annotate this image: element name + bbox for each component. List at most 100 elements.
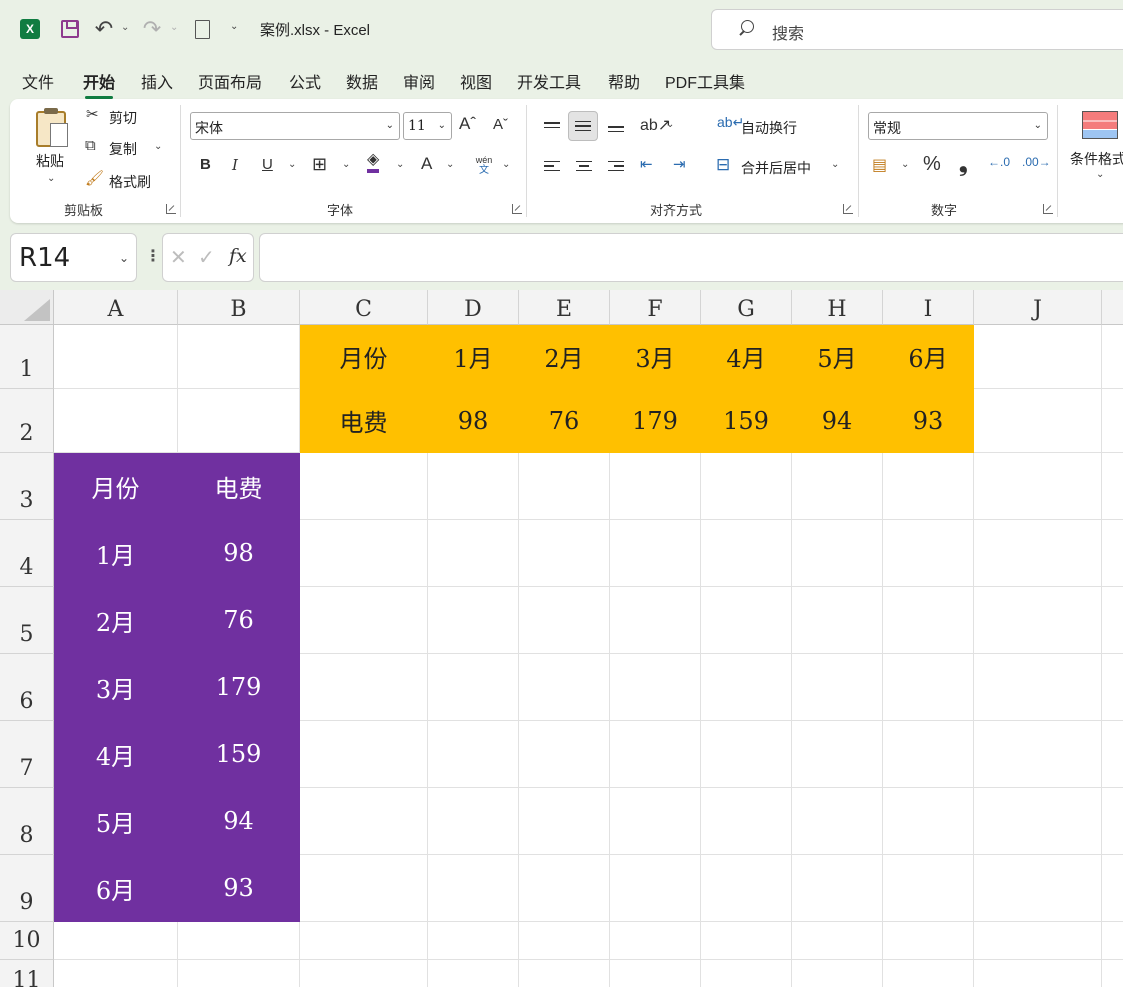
cell[interactable]	[610, 855, 701, 922]
tab-developer[interactable]: 开发工具	[517, 69, 581, 93]
cell[interactable]	[428, 922, 519, 960]
cell[interactable]	[428, 587, 519, 654]
cell[interactable]	[1102, 654, 1123, 721]
font-name-select[interactable]: 宋体 ⌄	[190, 112, 400, 140]
decrease-decimal-icon[interactable]: .00→	[1022, 155, 1051, 169]
tab-file[interactable]: 文件	[22, 69, 54, 93]
wrap-text-button[interactable]: 自动换行	[741, 118, 797, 138]
customize-toolbar-icon[interactable]: ⌄	[230, 21, 238, 32]
insert-function-icon[interactable]: fx	[229, 245, 247, 267]
cell[interactable]	[519, 587, 610, 654]
tab-formulas[interactable]: 公式	[289, 69, 321, 93]
orientation-dropdown-icon[interactable]: ⌄	[666, 119, 674, 130]
table-cell[interactable]: 98	[178, 520, 300, 587]
redo-icon[interactable]: ↷	[140, 16, 164, 41]
cell[interactable]	[610, 788, 701, 855]
cell[interactable]	[883, 721, 974, 788]
cell[interactable]	[519, 654, 610, 721]
table-cell[interactable]: 179	[178, 654, 300, 721]
cell[interactable]	[428, 654, 519, 721]
cell[interactable]	[701, 520, 792, 587]
cell[interactable]	[300, 587, 428, 654]
align-top-icon[interactable]	[538, 111, 566, 139]
increase-decimal-icon[interactable]: ←.0	[988, 155, 1010, 169]
tab-review[interactable]: 审阅	[403, 69, 435, 93]
table-cell[interactable]: 159	[701, 389, 792, 453]
undo-dropdown-icon[interactable]: ⌄	[121, 22, 129, 33]
redo-dropdown-icon[interactable]: ⌄	[170, 22, 178, 33]
cell[interactable]	[178, 389, 300, 453]
save-icon[interactable]	[58, 17, 82, 41]
table-cell[interactable]: 2月	[519, 325, 610, 389]
column-header-h[interactable]: H	[792, 290, 883, 325]
cell[interactable]	[701, 960, 792, 987]
increase-font-icon[interactable]: Aˆ	[459, 114, 476, 134]
table-cell[interactable]: 159	[178, 721, 300, 788]
cell[interactable]	[428, 960, 519, 987]
table-cell[interactable]: 76	[178, 587, 300, 654]
font-size-select[interactable]: 11 ⌄	[403, 112, 452, 140]
cell[interactable]	[1102, 325, 1123, 389]
cell[interactable]	[792, 654, 883, 721]
cut-button[interactable]: 剪切	[109, 108, 137, 128]
increase-indent-icon[interactable]: ⇥	[673, 155, 686, 173]
table-cell[interactable]: 6月	[54, 855, 178, 922]
cell[interactable]	[792, 922, 883, 960]
cell[interactable]	[178, 960, 300, 987]
cell[interactable]	[1102, 587, 1123, 654]
cell[interactable]	[54, 389, 178, 453]
cell[interactable]	[1102, 520, 1123, 587]
tab-pdf-tools[interactable]: PDF工具集	[665, 69, 745, 93]
number-format-select[interactable]: 常规 ⌄	[868, 112, 1048, 140]
merge-center-button[interactable]: 合并后居中	[741, 158, 811, 178]
cell[interactable]	[701, 788, 792, 855]
currency-dropdown-icon[interactable]: ⌄	[901, 159, 909, 170]
tab-page-layout[interactable]: 页面布局	[198, 69, 262, 93]
cell[interactable]	[792, 520, 883, 587]
table-cell[interactable]: 93	[883, 389, 974, 453]
currency-icon[interactable]: ▤	[872, 155, 887, 175]
cell[interactable]	[974, 855, 1102, 922]
cell[interactable]	[610, 960, 701, 987]
alignment-launcher-icon[interactable]	[843, 204, 853, 214]
row-header-8[interactable]: 8	[0, 788, 54, 855]
copy-dropdown-icon[interactable]: ⌄	[154, 141, 162, 152]
table-cell[interactable]: 76	[519, 389, 610, 453]
column-header-a[interactable]: A	[54, 290, 178, 325]
row-header-10[interactable]: 10	[0, 922, 54, 960]
cell[interactable]	[610, 721, 701, 788]
select-all-button[interactable]	[0, 290, 54, 325]
column-header-i[interactable]: I	[883, 290, 974, 325]
cell[interactable]	[883, 520, 974, 587]
cell[interactable]	[974, 520, 1102, 587]
cell[interactable]	[610, 922, 701, 960]
table-cell[interactable]: 3月	[54, 654, 178, 721]
paste-dropdown-icon[interactable]: ⌄	[47, 173, 55, 184]
column-header-g[interactable]: G	[701, 290, 792, 325]
column-header-j[interactable]: J	[974, 290, 1102, 325]
formula-input[interactable]	[259, 233, 1123, 282]
copy-button[interactable]: 复制	[109, 139, 137, 159]
cell[interactable]	[792, 960, 883, 987]
cell[interactable]	[792, 453, 883, 520]
align-right-icon[interactable]	[602, 152, 630, 180]
cell[interactable]	[519, 960, 610, 987]
column-header-d[interactable]: D	[428, 290, 519, 325]
enter-icon[interactable]: ✓	[198, 245, 215, 270]
font-launcher-icon[interactable]	[512, 204, 522, 214]
more-options-icon[interactable]: ⋮	[145, 246, 161, 266]
cell[interactable]	[300, 453, 428, 520]
conditional-format-button[interactable]: 条件格式	[1070, 149, 1123, 169]
cell[interactable]	[54, 960, 178, 987]
column-header-b[interactable]: B	[178, 290, 300, 325]
undo-icon[interactable]: ↶	[92, 16, 116, 41]
cell[interactable]	[792, 788, 883, 855]
percent-button[interactable]: %	[923, 153, 941, 176]
cell[interactable]	[428, 520, 519, 587]
clipboard-launcher-icon[interactable]	[166, 204, 176, 214]
cell[interactable]	[974, 721, 1102, 788]
table-cell[interactable]: 4月	[701, 325, 792, 389]
cell[interactable]	[300, 922, 428, 960]
cell[interactable]	[974, 654, 1102, 721]
cell[interactable]	[883, 654, 974, 721]
